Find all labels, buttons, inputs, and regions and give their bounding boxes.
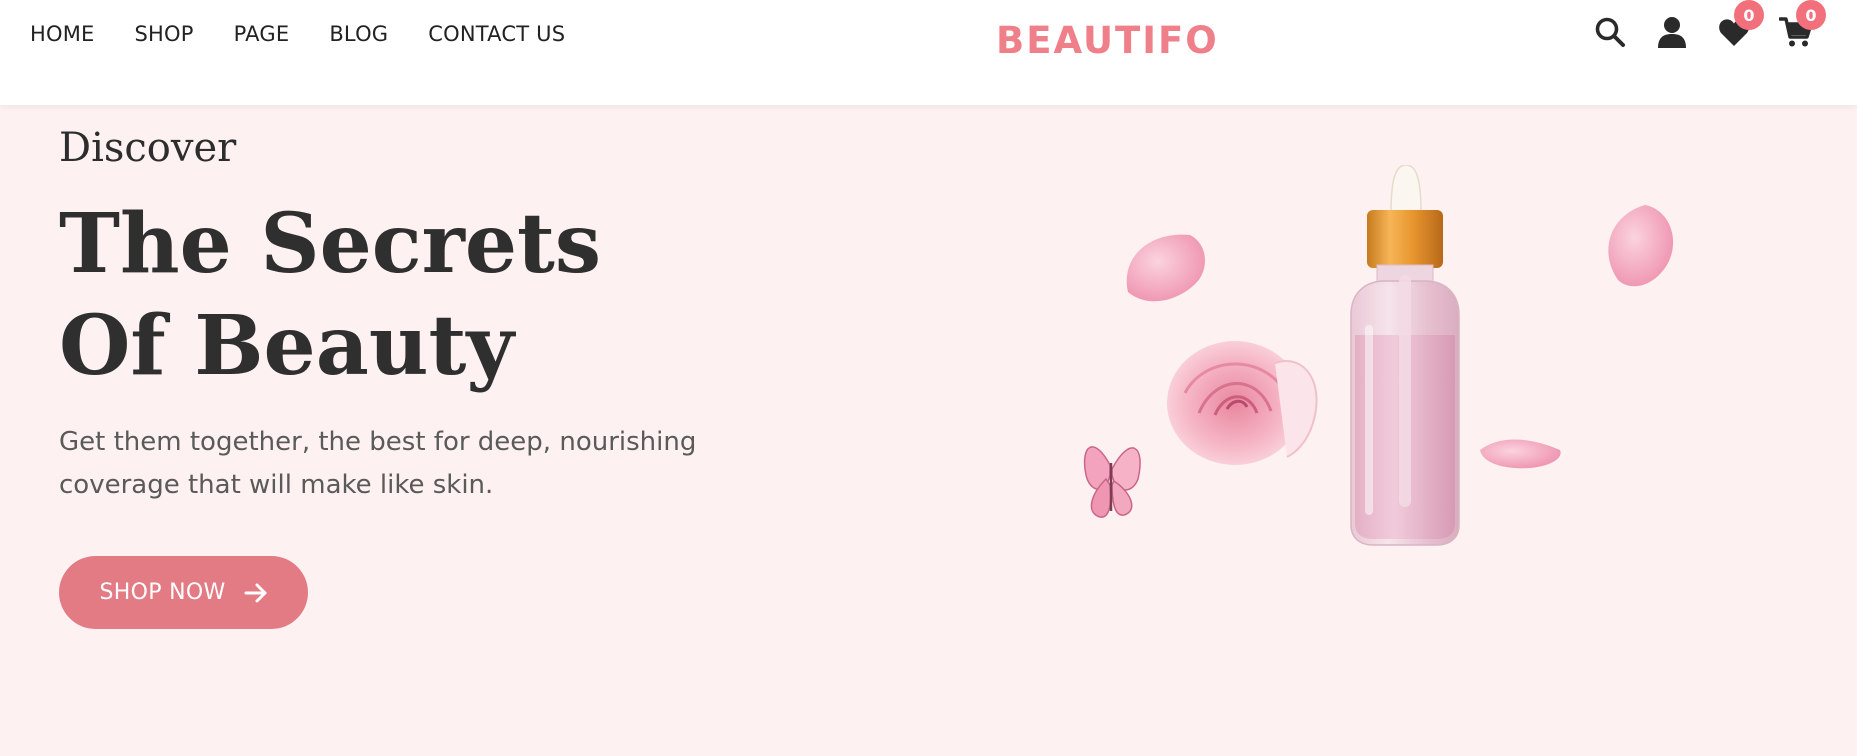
account-button[interactable] bbox=[1654, 14, 1690, 50]
hero-headline: The Secrets Of Beauty bbox=[59, 193, 601, 397]
search-button[interactable] bbox=[1592, 14, 1628, 50]
hero-headline-line-1: The Secrets bbox=[59, 196, 602, 292]
nav-item-blog[interactable]: BLOG bbox=[329, 22, 388, 46]
wishlist-count-badge: 0 bbox=[1734, 0, 1764, 30]
hero-eyebrow: Discover bbox=[59, 125, 237, 171]
user-icon bbox=[1658, 17, 1686, 48]
nav-item-page[interactable]: PAGE bbox=[234, 22, 290, 46]
main-nav: HOME SHOP PAGE BLOG CONTACT US bbox=[30, 22, 605, 46]
hero-description-line-1: Get them together, the best for deep, no… bbox=[59, 427, 697, 457]
cart-count-badge: 0 bbox=[1796, 0, 1826, 30]
nav-item-home[interactable]: HOME bbox=[30, 22, 95, 46]
shop-now-label: SHOP NOW bbox=[99, 580, 226, 605]
arrow-right-icon bbox=[244, 583, 266, 602]
shop-now-button[interactable]: SHOP NOW bbox=[59, 556, 308, 629]
search-icon bbox=[1595, 17, 1625, 47]
hero-headline-line-2: Of Beauty bbox=[59, 298, 515, 394]
hero-banner: Discover The Secrets Of Beauty Get them … bbox=[0, 105, 1857, 756]
hero-product-image bbox=[1083, 165, 1674, 546]
hero-description: Get them together, the best for deep, no… bbox=[59, 421, 759, 507]
cart-button[interactable]: 0 bbox=[1778, 0, 1826, 50]
hero-description-line-2: coverage that will make like skin. bbox=[59, 470, 494, 500]
wishlist-button[interactable]: 0 bbox=[1716, 0, 1764, 50]
site-logo[interactable]: BEAUTIFO bbox=[996, 19, 1219, 62]
nav-item-shop[interactable]: SHOP bbox=[135, 22, 194, 46]
site-header: HOME SHOP PAGE BLOG CONTACT US BEAUTIFO … bbox=[0, 0, 1857, 105]
nav-item-contact[interactable]: CONTACT US bbox=[428, 22, 565, 46]
header-actions: 0 0 bbox=[1592, 0, 1840, 50]
